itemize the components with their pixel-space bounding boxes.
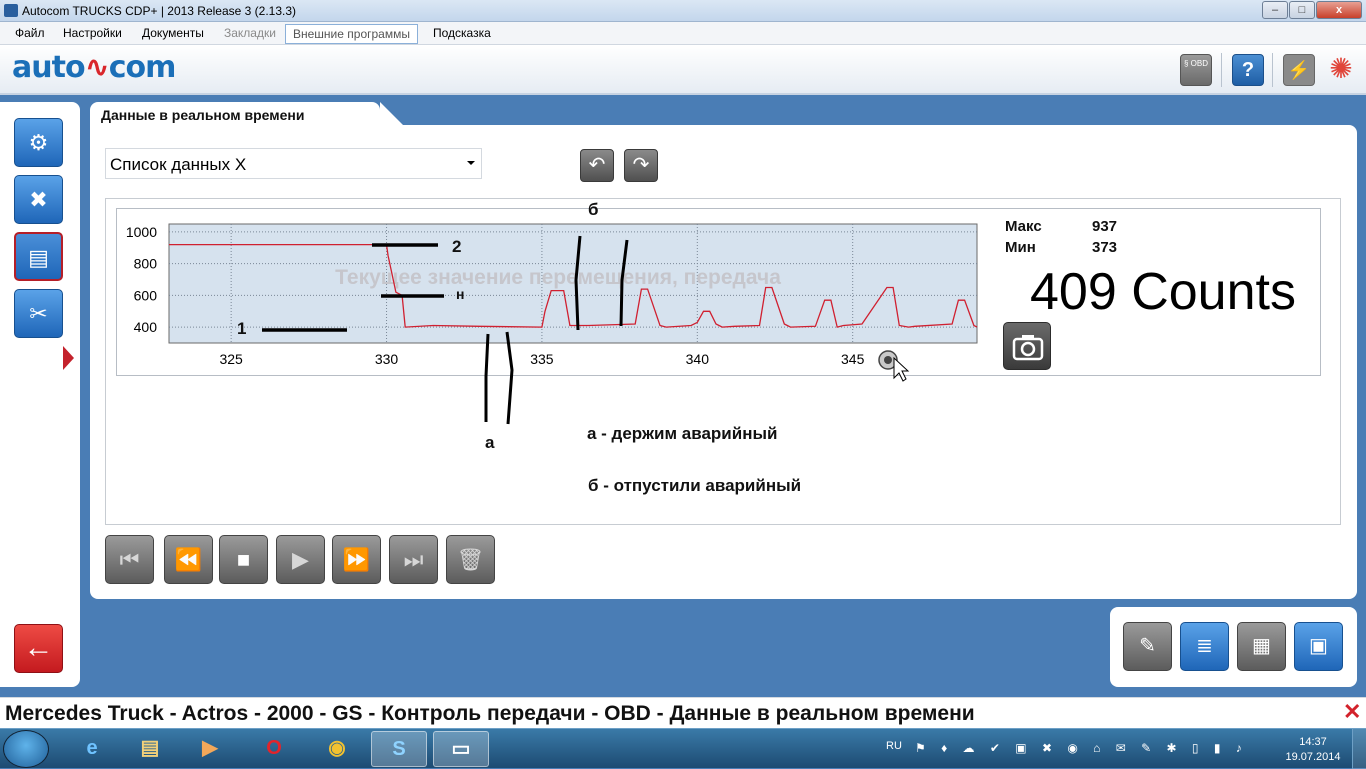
- annotation-label-2: 2: [452, 237, 462, 256]
- chevron-down-icon: [467, 161, 475, 165]
- play-icon[interactable]: ▶: [276, 535, 325, 584]
- rewind-icon[interactable]: ⏪: [164, 535, 213, 584]
- camera-icon[interactable]: [1003, 322, 1051, 370]
- list-icon[interactable]: ≣: [1180, 622, 1229, 671]
- ie-icon[interactable]: e: [64, 731, 120, 767]
- last-icon[interactable]: ⏭: [389, 535, 438, 584]
- skype-icon[interactable]: S: [371, 731, 427, 767]
- stop-icon[interactable]: ■: [219, 535, 268, 584]
- header-bar: auto∿com § OBD ? ⚡ ✺: [0, 45, 1366, 95]
- separator: [1221, 53, 1222, 87]
- fast-forward-icon[interactable]: ⏩: [332, 535, 381, 584]
- previous-icon[interactable]: ↶: [580, 149, 614, 182]
- menu-help[interactable]: Подсказка: [433, 26, 491, 40]
- tab-live-data[interactable]: Данные в реальном времени: [90, 102, 404, 126]
- max-value: 937: [1092, 218, 1118, 235]
- explorer-icon[interactable]: ▤: [122, 731, 178, 767]
- opera-icon[interactable]: O: [246, 731, 302, 767]
- active-indicator: [63, 346, 74, 370]
- menu-bookmarks[interactable]: Закладки: [224, 26, 276, 40]
- annotation-label-a: а: [485, 433, 495, 452]
- clear-memory-icon[interactable]: ✎: [1123, 622, 1172, 671]
- clock[interactable]: 14:37 19.07.2014: [1283, 735, 1343, 765]
- legend-a: а - держим аварийный: [587, 424, 778, 443]
- autocom-logo: auto∿com: [12, 50, 176, 85]
- show-desktop-button[interactable]: [1352, 729, 1366, 769]
- minimize-button[interactable]: –: [1262, 1, 1288, 19]
- engine-icon[interactable]: ⚙: [14, 118, 63, 167]
- menu-documents[interactable]: Документы: [142, 26, 204, 40]
- live-data-icon[interactable]: ▤: [14, 232, 63, 281]
- annotation-label-1: 1: [237, 319, 247, 338]
- language-indicator[interactable]: RU: [886, 740, 902, 752]
- data-list-dropdown[interactable]: Список данных X: [105, 148, 482, 179]
- dropdown-value: Список данных X: [110, 155, 247, 174]
- max-label: Макс: [1005, 218, 1042, 235]
- spinner-icon: ✺: [1329, 53, 1353, 84]
- tools-icon[interactable]: ✂: [14, 289, 63, 338]
- vehicle-path: Mercedes Truck - Actros - 2000 - GS - Ко…: [5, 702, 975, 725]
- battery-icon: ⚡: [1283, 54, 1315, 86]
- clock-time: 14:37: [1299, 736, 1327, 748]
- title-bar: Autocom TRUCKS CDP+ | 2013 Release 3 (2.…: [0, 0, 1366, 22]
- back-icon[interactable]: ←: [14, 624, 63, 673]
- taskbar: e ▤ ▶ O ◉ S ▭ RU ⚑ ♦ ☁ ✔ ▣ ✖ ◉ ⌂ ✉ ✎ ✱ ▯…: [0, 728, 1366, 769]
- menu-settings[interactable]: Настройки: [63, 26, 122, 40]
- maximize-button[interactable]: □: [1289, 1, 1315, 19]
- menu-bar: Файл Настройки Документы Закладки Внешни…: [0, 22, 1366, 45]
- media-icon[interactable]: ▶: [182, 731, 238, 767]
- menu-file[interactable]: Файл: [15, 26, 45, 40]
- annotation-label-n: н: [456, 286, 465, 302]
- separator: [1272, 53, 1273, 87]
- annotation-label-b: б: [588, 200, 599, 219]
- close-button[interactable]: x: [1316, 1, 1362, 19]
- min-label: Мин: [1005, 239, 1036, 256]
- obd-icon[interactable]: § OBD: [1180, 54, 1212, 86]
- tray-icons[interactable]: ⚑ ♦ ☁ ✔ ▣ ✖ ◉ ⌂ ✉ ✎ ✱ ▯ ▮ ♪: [915, 741, 1248, 755]
- start-button[interactable]: [3, 730, 49, 768]
- min-value: 373: [1092, 239, 1118, 256]
- left-nav-panel: ⚙ ✖ ▤ ✂ ←: [0, 102, 80, 687]
- delete-icon[interactable]: 🗑: [446, 535, 495, 584]
- legend-b: б - отпустили аварийный: [588, 476, 802, 495]
- ecu-icon[interactable]: ▦: [1237, 622, 1286, 671]
- clock-date: 19.07.2014: [1285, 751, 1341, 763]
- help-icon[interactable]: ?: [1232, 54, 1264, 86]
- tab-label: Данные в реальном времени: [101, 107, 305, 123]
- ecu-connect-icon[interactable]: ▣: [1294, 622, 1343, 671]
- autocom-icon[interactable]: ▭: [433, 731, 489, 767]
- menu-external-programs[interactable]: Внешние программы: [285, 24, 418, 44]
- close-icon[interactable]: ✕: [1343, 699, 1361, 725]
- clear-dtc-icon[interactable]: ✖: [14, 175, 63, 224]
- chrome-icon[interactable]: ◉: [309, 731, 365, 767]
- status-bar: Mercedes Truck - Actros - 2000 - GS - Ко…: [0, 697, 1366, 728]
- app-icon: [4, 4, 18, 17]
- current-value: 409 Counts: [1030, 263, 1296, 321]
- first-icon[interactable]: ⏮: [105, 535, 154, 584]
- window-title: Autocom TRUCKS CDP+ | 2013 Release 3 (2.…: [22, 4, 297, 18]
- next-icon[interactable]: ↷: [624, 149, 658, 182]
